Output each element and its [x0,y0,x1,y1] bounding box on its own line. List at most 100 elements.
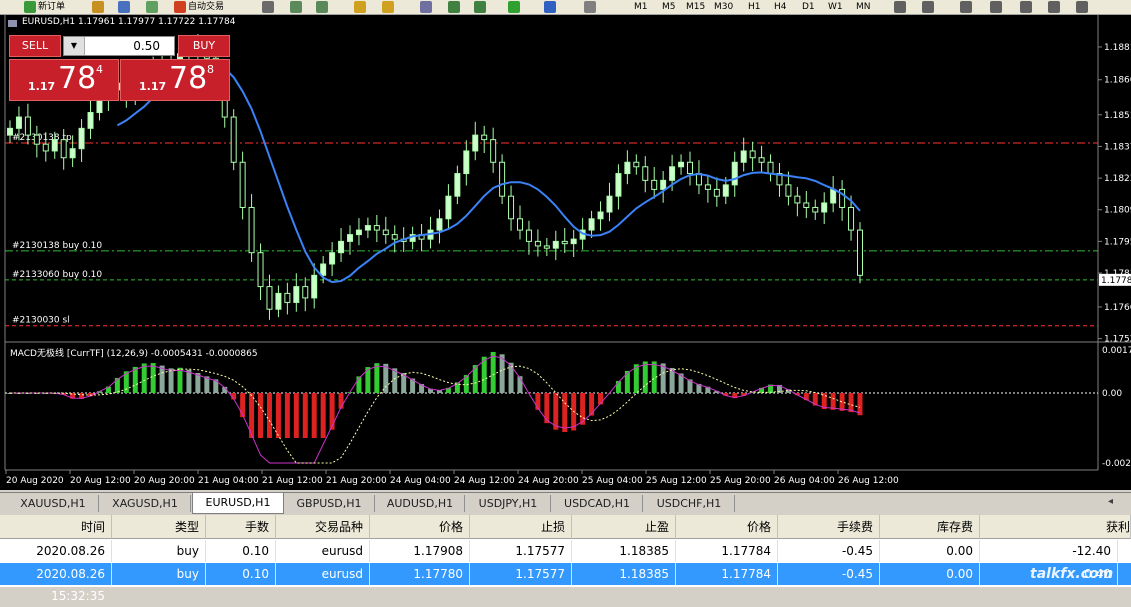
timeframe-m15[interactable]: M15 [686,0,705,14]
macd-axis-label: -0.0027 [1102,459,1131,469]
candle-body [330,253,335,264]
candle-body [231,117,236,162]
macd-histogram-bar [643,361,648,393]
cell-type: buy [112,563,206,585]
timeframe-d1[interactable]: D1 [802,0,815,14]
timeframe-m5[interactable]: M5 [662,0,676,14]
cursor-icon[interactable] [894,1,906,13]
col-header-current-price[interactable]: 价格 [676,515,778,539]
new-order-button[interactable]: 新订单 [38,0,65,14]
tab-usdchf[interactable]: USDCHF,H1 [644,495,735,512]
auto-trading-icon[interactable] [174,1,186,13]
zoom-out-icon[interactable] [382,1,394,13]
tabs-scroll-icon[interactable]: ◂ [1108,496,1113,507]
candle-chart-icon[interactable] [316,1,328,13]
timeframe-h1[interactable]: H1 [748,0,761,14]
candle-body [285,293,290,302]
candle-body [383,230,388,235]
templates-icon[interactable] [584,1,596,13]
timeframe-m1[interactable]: M1 [634,0,648,14]
tab-eurusd[interactable]: EURUSD,H1 [192,493,284,514]
candle-body [518,219,523,230]
cell-lots: 0.10 [206,540,276,562]
text-icon[interactable] [1048,1,1060,13]
timeframe-h4[interactable]: H4 [774,0,787,14]
bar-chart-icon[interactable] [290,1,302,13]
macd-axis-label: 0.0017 [1102,346,1131,356]
time-tick-label: 24 Aug 12:00 [454,476,515,486]
chart-title: EURUSD,H1 1.17961 1.17977 1.17722 1.1778… [22,17,235,27]
fibonacci-icon[interactable] [1020,1,1032,13]
new-order-icon[interactable] [24,1,36,13]
timeframe-m30[interactable]: M30 [714,0,733,14]
candle-body [723,185,728,196]
col-header-tp[interactable]: 止盈 [572,515,676,539]
chart-icon[interactable] [92,1,104,13]
tab-gbpusd[interactable]: GBPUSD,H1 [284,495,375,512]
properties-icon[interactable] [118,1,130,13]
candle-body [768,162,773,173]
tab-xauusd[interactable]: XAUUSD,H1 [8,495,99,512]
price-tick-label: 1.1752 [1104,335,1131,345]
macd-histogram-bar [589,393,594,416]
table-row[interactable]: 2020.08.26 15:06:40 buy 0.10 eurusd 1.17… [0,540,1131,562]
indicators-icon[interactable] [508,1,520,13]
candle-body [553,241,558,248]
auto-trading-button[interactable]: 自动交易 [188,0,224,14]
current-price-label: 1.1778 [1101,276,1131,286]
chart-window[interactable]: #2130138 tp#2130138 buy 0.10#2133060 buy… [0,15,1131,490]
macd-histogram-bar [213,379,218,393]
macd-histogram-bar [151,363,156,393]
col-header-commission[interactable]: 手续费 [778,515,880,539]
buy-button[interactable]: BUY [178,35,230,57]
candle-body [321,264,326,275]
col-header-time[interactable]: 时间 [0,515,112,539]
table-row-selected[interactable]: 2020.08.26 15:32:35 buy 0.10 eurusd 1.17… [0,563,1131,585]
shift-icon[interactable] [474,1,486,13]
col-header-profit[interactable]: 获利 [980,515,1131,539]
candle-body [339,241,344,252]
candle-body [34,135,39,144]
col-header-swap[interactable]: 库存费 [880,515,980,539]
sell-price-button[interactable]: 1.17 78 4 [9,59,119,101]
col-header-sl[interactable]: 止损 [470,515,572,539]
timeframe-w1[interactable]: W1 [828,0,843,14]
candle-body [652,180,657,189]
macd-histogram-bar [276,393,281,438]
price-tick-label: 1.1823 [1104,174,1131,184]
periods-icon[interactable] [544,1,556,13]
trendline-icon[interactable] [990,1,1002,13]
col-header-lots[interactable]: 手数 [206,515,276,539]
candle-body [276,293,281,309]
candle-body [822,203,827,212]
cell-symbol: eurusd [276,540,370,562]
tab-usdjpy[interactable]: USDJPY,H1 [466,495,551,512]
vertical-line-icon[interactable] [922,1,934,13]
tab-audusd[interactable]: AUDUSD,H1 [376,495,465,512]
sell-button[interactable]: SELL [9,35,61,57]
buy-price-button[interactable]: 1.17 78 8 [120,59,230,101]
crosshair-icon[interactable] [262,1,274,13]
cell-time: 2020.08.26 15:32:35 [0,563,112,585]
candle-body [643,167,648,181]
col-header-open-price[interactable]: 价格 [370,515,470,539]
candle-body [482,135,487,140]
zoom-in-icon[interactable] [354,1,366,13]
candle-body [258,253,263,287]
tab-xagusd[interactable]: XAGUSD,H1 [100,495,191,512]
lot-dropdown-icon[interactable]: ▼ [64,37,85,55]
col-header-type[interactable]: 类型 [112,515,206,539]
cell-swap: 0.00 [880,563,980,585]
macd-histogram-bar [509,363,514,393]
grid-icon[interactable] [420,1,432,13]
horizontal-line-icon[interactable] [960,1,972,13]
col-header-symbol[interactable]: 交易品种 [276,515,370,539]
arrows-icon[interactable] [1076,1,1088,13]
candle-body [589,219,594,230]
history-icon[interactable] [146,1,158,13]
tab-usdcad[interactable]: USDCAD,H1 [552,495,643,512]
candle-body [813,207,818,212]
lot-size-input[interactable]: ▼ 0.50 [63,36,175,56]
autoscroll-icon[interactable] [448,1,460,13]
timeframe-mn[interactable]: MN [856,0,871,14]
